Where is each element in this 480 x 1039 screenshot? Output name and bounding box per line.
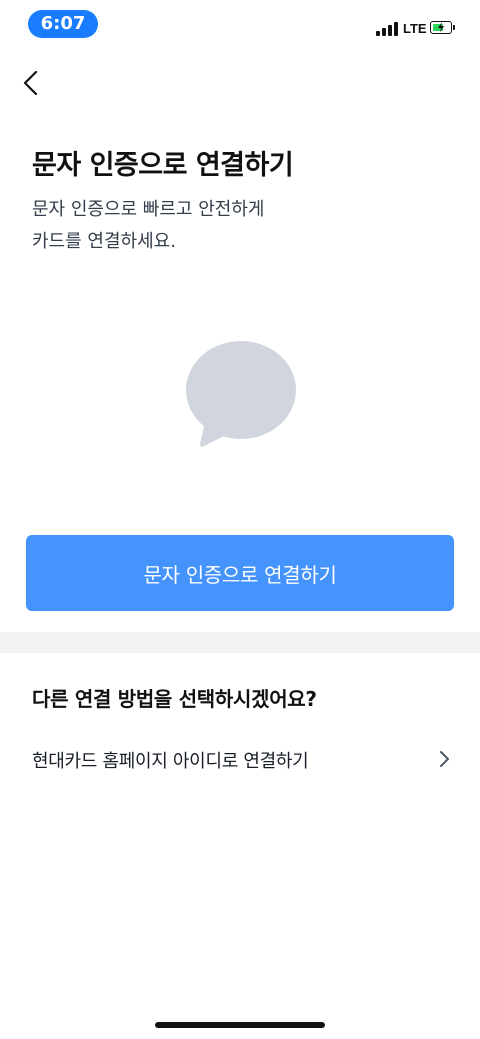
hyundaicard-id-connect-option[interactable]: 현대카드 홈페이지 아이디로 연결하기	[0, 728, 480, 790]
battery-icon	[430, 21, 455, 34]
chat-bubble-icon	[184, 340, 298, 454]
option-label: 현대카드 홈페이지 아이디로 연결하기	[32, 751, 309, 772]
description-line-1: 문자 인증으로 빠르고 안전하게	[32, 199, 265, 220]
status-bar: 6:07 LTE	[0, 0, 480, 48]
signal-strength-icon	[376, 22, 400, 36]
page-title: 문자 인증으로 연결하기	[32, 150, 294, 181]
network-type: LTE	[403, 21, 427, 36]
status-time: 6:07	[28, 10, 98, 38]
section-divider	[0, 632, 480, 653]
chevron-right-icon	[440, 751, 449, 767]
back-button[interactable]	[14, 66, 50, 102]
home-indicator	[155, 1022, 325, 1028]
description-line-2: 카드를 연결하세요.	[32, 231, 176, 252]
chevron-left-icon	[23, 70, 38, 96]
page-description: 문자 인증으로 빠르고 안전하게 카드를 연결하세요.	[32, 194, 452, 258]
alternative-methods-title: 다른 연결 방법을 선택하시겠어요?	[32, 687, 317, 711]
sms-verification-connect-button[interactable]: 문자 인증으로 연결하기	[26, 535, 454, 611]
